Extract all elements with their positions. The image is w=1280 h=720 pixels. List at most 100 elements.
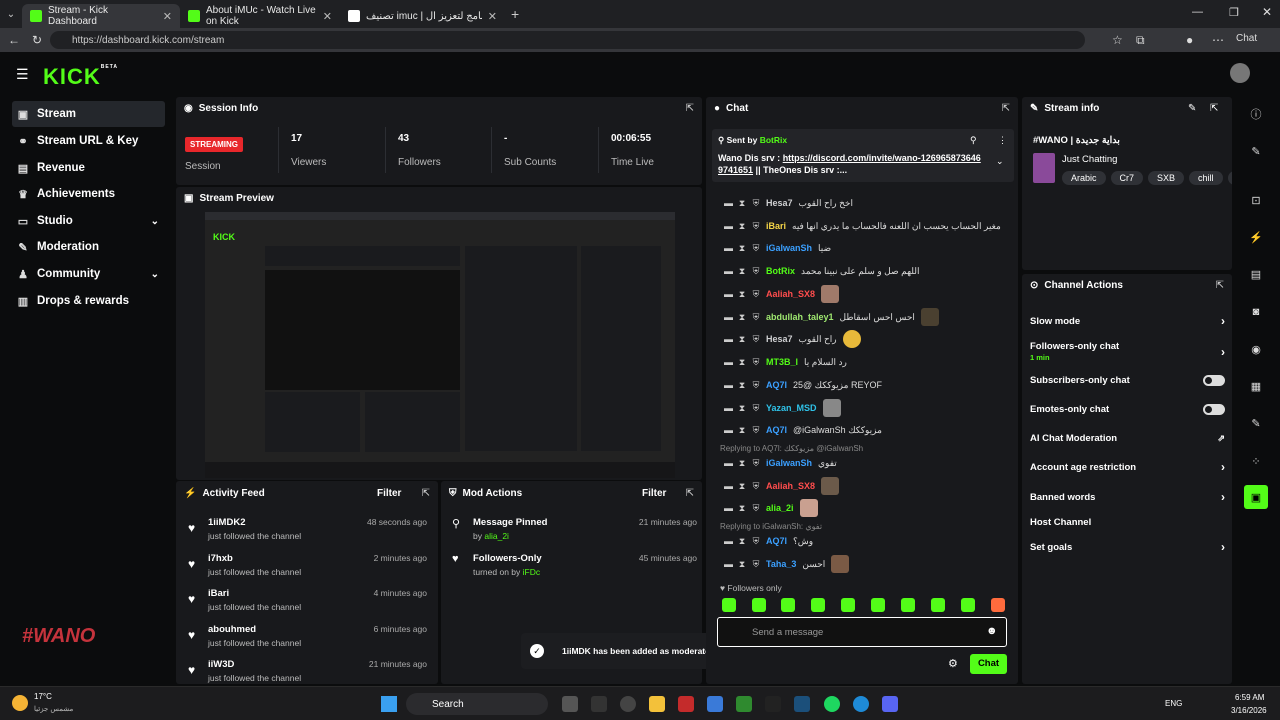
send-chat-button[interactable]: Chat bbox=[970, 654, 1007, 674]
minimize-icon[interactable]: — bbox=[1192, 6, 1203, 18]
start-icon[interactable] bbox=[381, 696, 397, 712]
popout-icon[interactable]: ⇱ bbox=[1216, 280, 1224, 291]
back-icon[interactable]: ← bbox=[8, 33, 20, 47]
tab-about-imuc[interactable]: About iMUc - Watch Live on Kick ✕ bbox=[180, 4, 340, 28]
emote-button[interactable] bbox=[961, 598, 975, 612]
menu-dots-icon[interactable]: ⋯ bbox=[1212, 33, 1224, 47]
popout-icon[interactable]: ⇱ bbox=[686, 103, 694, 114]
profile-avatar-icon[interactable]: ● bbox=[1186, 33, 1193, 47]
clock-time[interactable]: 6:59 AM bbox=[1235, 693, 1264, 702]
layout-icon[interactable]: ▦ bbox=[1244, 374, 1268, 398]
popout-icon[interactable]: ⇱ bbox=[1002, 103, 1010, 114]
close-tab-icon[interactable]: ✕ bbox=[323, 10, 332, 23]
close-window-icon[interactable]: ✕ bbox=[1262, 5, 1272, 19]
game-icon[interactable]: ▣ bbox=[1244, 485, 1268, 509]
tab-kick-dashboard[interactable]: Stream - Kick Dashboard ✕ bbox=[22, 4, 180, 28]
sidebar-item-stream[interactable]: ▣ Stream bbox=[12, 101, 165, 127]
store-icon[interactable] bbox=[707, 696, 723, 712]
set-goals-action[interactable]: Set goals › bbox=[1030, 536, 1225, 558]
language-indicator[interactable]: ENG bbox=[1165, 699, 1182, 708]
spotify-icon[interactable] bbox=[824, 696, 840, 712]
favorite-icon[interactable]: ☆ bbox=[1112, 33, 1123, 47]
chat-settings-icon[interactable]: ⚙ bbox=[948, 657, 958, 670]
emote-button[interactable] bbox=[931, 598, 945, 612]
sidebar-item-revenue[interactable]: ▤ Revenue bbox=[12, 155, 165, 181]
epic-icon[interactable] bbox=[765, 696, 781, 712]
emote-button[interactable] bbox=[841, 598, 855, 612]
close-tab-icon[interactable]: ✕ bbox=[488, 10, 497, 23]
share-icon[interactable]: ⁘ bbox=[1244, 449, 1268, 473]
broadcast-icon[interactable]: ◉ bbox=[1244, 337, 1268, 361]
host-channel-action[interactable]: Host Channel bbox=[1030, 511, 1225, 533]
activity-filter-button[interactable]: Filter bbox=[377, 488, 401, 499]
emote-button[interactable] bbox=[722, 598, 736, 612]
followers-only-action[interactable]: Followers-only chat 1 min › bbox=[1030, 339, 1225, 365]
clock-date[interactable]: 3/16/2026 bbox=[1231, 706, 1267, 715]
app-icon[interactable] bbox=[620, 696, 636, 712]
sidebar-item-studio[interactable]: ▭ Studio ⌄ bbox=[12, 208, 165, 234]
task-view-icon[interactable] bbox=[562, 696, 578, 712]
wrench-icon[interactable]: ✎ bbox=[1244, 411, 1268, 435]
popout-icon[interactable]: ⇱ bbox=[1210, 103, 1218, 114]
info-icon[interactable]: ⓘ bbox=[1244, 102, 1268, 126]
account-age-action[interactable]: Account age restriction › bbox=[1030, 456, 1225, 478]
emoji-icon[interactable]: ☻ bbox=[986, 625, 998, 637]
pencil-icon[interactable]: ✎ bbox=[1244, 139, 1268, 163]
emote-button[interactable] bbox=[781, 598, 795, 612]
subscribers-only-toggle[interactable] bbox=[1203, 374, 1225, 386]
emote-button[interactable] bbox=[752, 598, 766, 612]
heart-icon: ♥ bbox=[188, 663, 196, 677]
xbox-icon[interactable] bbox=[736, 696, 752, 712]
copilot-button[interactable]: Chat bbox=[1236, 33, 1257, 44]
popout-icon[interactable]: ⇱ bbox=[422, 488, 430, 499]
emotes-only-toggle[interactable] bbox=[1203, 403, 1225, 415]
lightning-icon[interactable]: ⚡ bbox=[1244, 225, 1268, 249]
discord-icon[interactable] bbox=[882, 696, 898, 712]
user-avatar[interactable] bbox=[1230, 63, 1250, 83]
emote-button[interactable] bbox=[811, 598, 825, 612]
url-field[interactable]: https://dashboard.kick.com/stream bbox=[50, 31, 1085, 49]
edit-pencil-icon[interactable]: ✎ bbox=[1188, 103, 1196, 114]
kick-logo[interactable]: KICKBETA bbox=[43, 64, 118, 90]
tab-list-chevron[interactable]: ⌄ bbox=[0, 9, 22, 20]
steam-icon[interactable] bbox=[794, 696, 810, 712]
app-icon[interactable] bbox=[591, 696, 607, 712]
mod-filter-button[interactable]: Filter bbox=[642, 488, 666, 499]
sidebar-item-drops-rewards[interactable]: ▥ Drops & rewards bbox=[12, 288, 165, 314]
document-icon[interactable]: ▤ bbox=[1244, 262, 1268, 286]
expand-chevron-icon[interactable]: ⌄ bbox=[996, 156, 1004, 167]
reload-icon[interactable]: ↻ bbox=[32, 33, 42, 47]
unpin-icon[interactable]: ⚲ bbox=[970, 135, 977, 146]
hamburger-menu-icon[interactable]: ☰ bbox=[16, 66, 29, 83]
emote-button[interactable] bbox=[901, 598, 915, 612]
emotes-only-action[interactable]: Emotes-only chat bbox=[1030, 398, 1225, 420]
capture-icon[interactable]: ⊡ bbox=[1244, 188, 1268, 212]
new-tab-icon[interactable]: + bbox=[511, 6, 519, 22]
stream-preview-video[interactable]: KICK bbox=[205, 212, 675, 478]
taskbar-search[interactable]: Search bbox=[406, 693, 548, 715]
app-icon[interactable] bbox=[678, 696, 694, 712]
subscribers-only-action[interactable]: Subscribers-only chat bbox=[1030, 369, 1225, 391]
emote-button[interactable] bbox=[991, 598, 1005, 612]
edge-icon[interactable] bbox=[853, 696, 869, 712]
message-icon[interactable]: ◙ bbox=[1244, 300, 1268, 324]
slow-mode-action[interactable]: Slow mode › bbox=[1030, 310, 1225, 332]
chat-input[interactable]: Send a message ☻ bbox=[717, 617, 1007, 647]
pinned-menu-icon[interactable]: ⋮ bbox=[998, 135, 1007, 146]
activity-item: ♥ iiW3D just followed the channel 21 minute… bbox=[188, 659, 427, 683]
file-explorer-icon[interactable] bbox=[649, 696, 665, 712]
banned-words-action[interactable]: Banned words › bbox=[1030, 486, 1225, 508]
sidebar-item-community[interactable]: ♟ Community ⌄ bbox=[12, 261, 165, 287]
chat-message: ▬ ⧗ ⛨ MT3B_l رد السلام يا bbox=[724, 356, 847, 368]
popout-icon[interactable]: ⇱ bbox=[686, 488, 694, 499]
pinned-message[interactable]: ⚲ Sent by BotRix ⚲ ⋮ ⌄ Wano Dis srv : ht… bbox=[712, 129, 1014, 182]
sidebar-item-achievements[interactable]: ♛ Achievements bbox=[12, 181, 165, 207]
ai-moderation-action[interactable]: AI Chat Moderation ⇗ bbox=[1030, 427, 1225, 449]
tab-imuc-article[interactable]: تصنيف imuc | أفضل برنامج لتعزيز ال ✕ bbox=[340, 4, 505, 28]
sidebar-item-moderation[interactable]: ✎ Moderation bbox=[12, 234, 165, 260]
emote-button[interactable] bbox=[871, 598, 885, 612]
extensions-icon[interactable]: ⧉ bbox=[1136, 33, 1145, 48]
sidebar-item-stream-url-key[interactable]: ⚭ Stream URL & Key bbox=[12, 128, 165, 154]
close-tab-icon[interactable]: ✕ bbox=[163, 10, 172, 23]
maximize-icon[interactable]: ❐ bbox=[1229, 6, 1239, 19]
